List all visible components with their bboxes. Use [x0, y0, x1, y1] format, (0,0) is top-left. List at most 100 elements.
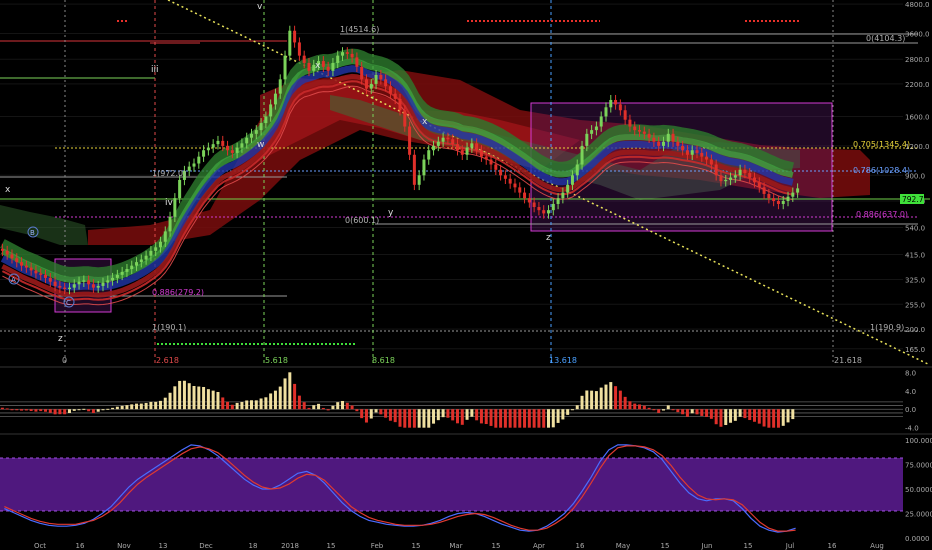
momentum-bar [67, 409, 71, 413]
momentum-bar [705, 409, 709, 417]
momentum-bar [614, 386, 618, 410]
wave-label: iv [165, 198, 174, 208]
candle-body [412, 154, 416, 185]
candle-body [336, 55, 340, 63]
momentum-tick-label: -4.0 [905, 425, 919, 433]
candle-body [599, 116, 603, 127]
momentum-bar [240, 402, 244, 410]
candle-body [791, 192, 795, 197]
oscillator-tick-label: 100.0000 [905, 437, 932, 445]
oscillator-tick-label: 0.0000 [905, 535, 930, 543]
candle-body [302, 55, 306, 63]
candle-body [566, 184, 570, 193]
momentum-bar [283, 378, 287, 410]
svg-text:A: A [11, 276, 16, 284]
candle-body [111, 277, 115, 281]
momentum-bar [101, 409, 105, 411]
momentum-bar [374, 409, 378, 413]
momentum-bar [460, 409, 464, 425]
candle-body [408, 126, 412, 155]
candle-body [197, 156, 201, 164]
momentum-bar [384, 409, 388, 418]
momentum-bar [341, 400, 345, 410]
svg-text:C: C [66, 299, 71, 307]
momentum-bar [748, 409, 752, 421]
momentum-bar [513, 409, 517, 428]
momentum-bar [206, 389, 210, 410]
candle-body [455, 144, 459, 151]
candle-body [63, 287, 67, 290]
candle-body [499, 169, 503, 176]
momentum-bar [585, 390, 589, 410]
momentum-bar [451, 409, 455, 421]
time-tick-label: 15 [412, 542, 421, 550]
candle-body [48, 277, 52, 282]
momentum-bar [154, 401, 158, 410]
momentum-bar [719, 409, 723, 427]
momentum-bar [436, 409, 440, 421]
candle-body [187, 166, 191, 171]
time-tick-label: Jul [785, 542, 795, 550]
momentum-bar [714, 409, 718, 425]
momentum-bar [278, 386, 282, 410]
candle-body [705, 156, 709, 160]
candle-body [748, 173, 752, 178]
momentum-bar [192, 386, 196, 410]
momentum-bar [685, 409, 689, 417]
momentum-tick-label: 0.0 [905, 406, 916, 414]
momentum-bar [120, 405, 124, 410]
svg-text:792.7: 792.7 [902, 195, 924, 204]
candle-body [15, 258, 19, 263]
time-tick-label: 16 [76, 542, 85, 550]
candle-body [34, 270, 38, 274]
candle-body [10, 254, 14, 259]
candle-body [264, 116, 268, 124]
candle-body [245, 137, 249, 144]
momentum-bar [623, 396, 627, 410]
momentum-bar [15, 409, 19, 411]
candle [408, 121, 412, 161]
candle-body [767, 193, 771, 199]
level-label: 0(4104.3) [866, 34, 905, 43]
candle-body [384, 79, 388, 87]
candle-body [398, 98, 402, 111]
momentum-bar [604, 384, 608, 410]
momentum-bar [364, 409, 368, 423]
momentum-bar [547, 409, 551, 428]
candle-body [432, 145, 436, 151]
momentum-bar [465, 409, 469, 420]
fib-time-label: 13.618 [549, 356, 577, 365]
candle-body [772, 198, 776, 201]
momentum-bar [211, 390, 215, 410]
momentum-bar [671, 409, 675, 411]
chart-canvas[interactable]: 1(4514.6) 0(4104.3) 0.705(1345.4) 0.786(… [0, 0, 932, 550]
momentum-bar [403, 409, 407, 428]
momentum-bar [111, 407, 115, 410]
momentum-bar [652, 409, 656, 411]
momentum-bar [197, 386, 201, 410]
candle-body [120, 271, 124, 275]
momentum-bar [494, 409, 498, 428]
oscillator-tick-label: 75.0000 [905, 462, 932, 470]
candle-body [254, 130, 258, 134]
momentum-bar [5, 408, 9, 410]
candle-body [451, 139, 455, 145]
candle-body [364, 79, 368, 89]
time-tick-label: 13 [159, 542, 168, 550]
candle-body [786, 196, 790, 201]
momentum-bar [302, 402, 306, 410]
fib-time-label: 21.618 [834, 356, 862, 365]
candle [412, 149, 416, 191]
candle-body [489, 159, 493, 165]
candle-body [580, 145, 584, 165]
candle-body [139, 259, 143, 263]
time-tick-label: Nov [117, 542, 131, 550]
candle-body [72, 284, 76, 288]
price-tick-label: 200.0 [905, 326, 925, 334]
momentum-bar [484, 409, 488, 425]
candle-body [460, 150, 464, 155]
candle-body [685, 150, 689, 155]
momentum-bar [455, 409, 459, 424]
candle-body [216, 140, 220, 145]
momentum-bar [87, 409, 91, 412]
